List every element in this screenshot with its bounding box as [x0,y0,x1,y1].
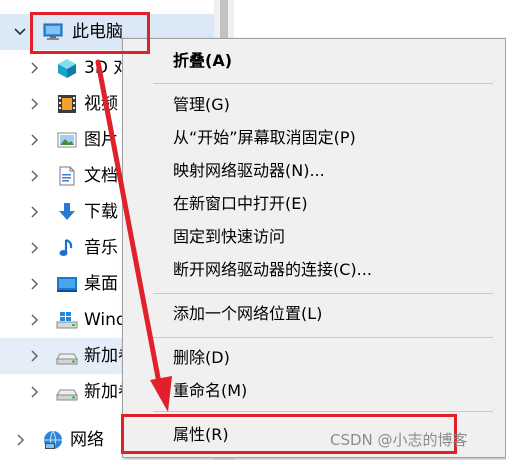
annotation-arrow [95,59,172,412]
arrow-head [150,376,172,412]
arrow-shaft [95,59,163,391]
watermark-text: CSDN @小志的博客 [330,431,468,449]
